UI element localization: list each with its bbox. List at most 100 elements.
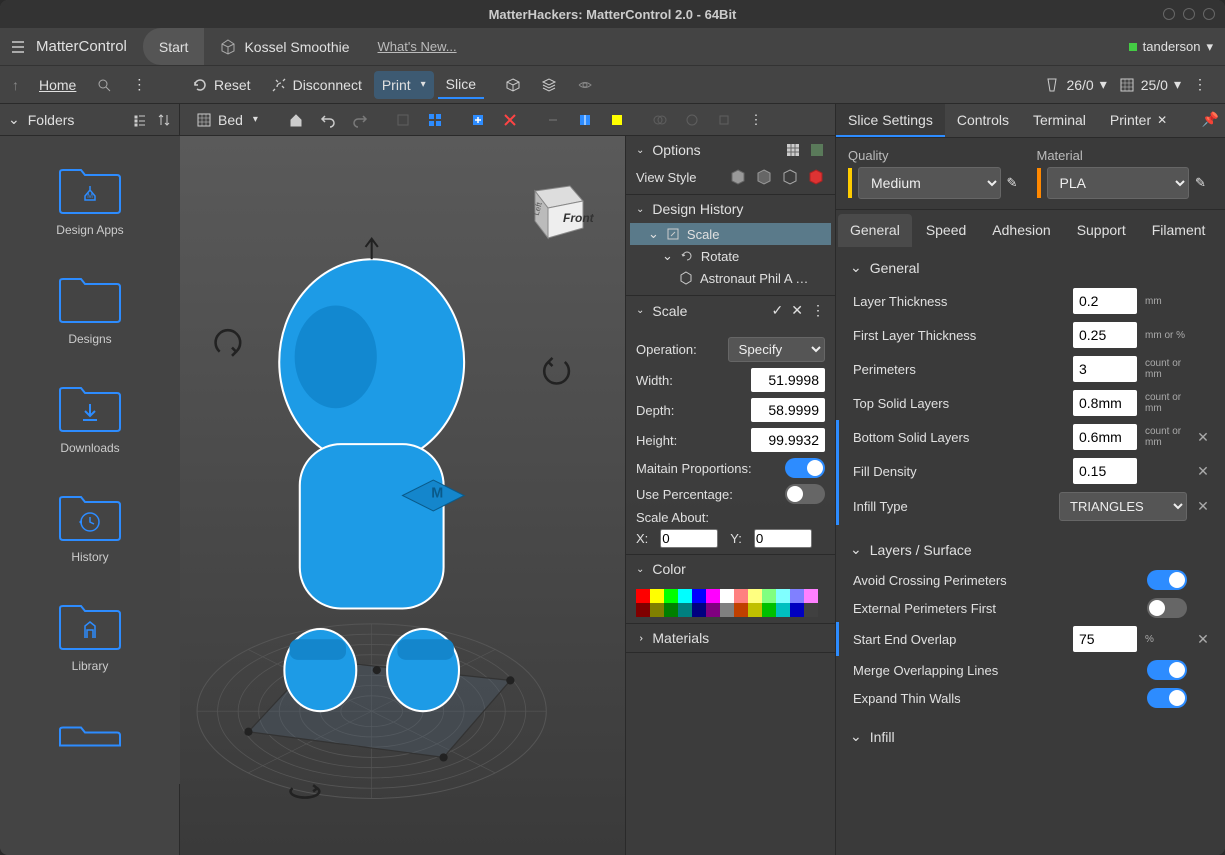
overflow-menu[interactable]: ⋮ bbox=[124, 71, 153, 99]
color-swatch[interactable] bbox=[720, 589, 734, 603]
tool5-button[interactable] bbox=[540, 107, 566, 133]
bottom-solid-input[interactable] bbox=[1073, 424, 1137, 450]
infill-type-select[interactable]: TRIANGLES bbox=[1059, 492, 1187, 521]
reset-icon[interactable]: ✕ bbox=[1195, 498, 1211, 515]
view-material-icon[interactable] bbox=[807, 168, 825, 186]
first-layer-input[interactable] bbox=[1073, 322, 1137, 348]
use-percentage-toggle[interactable] bbox=[785, 484, 825, 504]
subtab-overflow[interactable]: ⋮ bbox=[1221, 214, 1225, 247]
reset-icon[interactable]: ✕ bbox=[1195, 631, 1211, 648]
start-end-overlap-input[interactable] bbox=[1073, 626, 1137, 652]
apply-icon[interactable]: ✓ bbox=[772, 302, 784, 319]
window-min-icon[interactable] bbox=[1163, 8, 1175, 20]
up-button[interactable]: ↑ bbox=[4, 71, 27, 99]
scale-overflow[interactable]: ⋮ bbox=[811, 302, 825, 319]
color-swatch[interactable] bbox=[678, 589, 692, 603]
view-cube[interactable]: Front Left bbox=[515, 166, 595, 246]
view-cube-button[interactable] bbox=[497, 71, 529, 99]
sort-icon[interactable] bbox=[156, 112, 172, 128]
center-overflow[interactable]: ⋮ bbox=[743, 107, 769, 133]
filament-counter[interactable]: 26/0 ▾ bbox=[1044, 76, 1106, 93]
tool2-button[interactable] bbox=[422, 107, 448, 133]
solid-icon[interactable] bbox=[809, 142, 825, 158]
scale-x-input[interactable] bbox=[660, 529, 718, 548]
close-icon[interactable]: ✕ bbox=[1157, 113, 1167, 127]
edit-material-icon[interactable]: ✎ bbox=[1195, 175, 1213, 191]
group-infill-header[interactable]: ⌄Infill bbox=[836, 720, 1225, 753]
options-header[interactable]: ⌄ Options bbox=[626, 136, 835, 164]
design-history-header[interactable]: ⌄ Design History bbox=[626, 195, 835, 223]
subtab-general[interactable]: General bbox=[838, 214, 912, 247]
tool6-button[interactable] bbox=[572, 107, 598, 133]
disconnect-button[interactable]: Disconnect bbox=[263, 71, 370, 99]
bed-dropdown[interactable]: Bed▾ bbox=[188, 106, 266, 134]
maintain-prop-toggle[interactable] bbox=[785, 458, 825, 478]
undo-button[interactable] bbox=[315, 107, 341, 133]
scale-y-input[interactable] bbox=[754, 529, 812, 548]
reset-icon[interactable]: ✕ bbox=[1195, 429, 1211, 446]
list-icon[interactable] bbox=[132, 112, 148, 128]
tree-rotate[interactable]: ⌄ Rotate bbox=[630, 245, 831, 267]
home-view-button[interactable] bbox=[283, 107, 309, 133]
tool7-button[interactable] bbox=[604, 107, 630, 133]
subtab-support[interactable]: Support bbox=[1065, 214, 1138, 247]
tool9-button[interactable] bbox=[679, 107, 705, 133]
operation-select[interactable]: Specify bbox=[728, 337, 826, 362]
hamburger-menu[interactable] bbox=[0, 28, 36, 65]
color-swatch[interactable] bbox=[776, 603, 790, 617]
slice-button[interactable]: Slice bbox=[438, 71, 484, 99]
color-swatch[interactable] bbox=[650, 603, 664, 617]
color-swatch[interactable] bbox=[636, 589, 650, 603]
tab-printer[interactable]: Printer✕ bbox=[1098, 104, 1179, 137]
color-swatch[interactable] bbox=[804, 603, 818, 617]
color-swatch[interactable] bbox=[692, 589, 706, 603]
color-palette[interactable] bbox=[636, 589, 825, 617]
tree-scale[interactable]: ⌄ Scale bbox=[630, 223, 831, 245]
tab-start[interactable]: Start bbox=[143, 28, 205, 65]
depth-input[interactable] bbox=[751, 398, 825, 422]
search-button[interactable] bbox=[88, 71, 120, 99]
view-shaded-icon[interactable] bbox=[729, 168, 747, 186]
view-outline-icon[interactable] bbox=[781, 168, 799, 186]
color-swatch[interactable] bbox=[762, 603, 776, 617]
tool1-button[interactable] bbox=[390, 107, 416, 133]
fill-density-input[interactable] bbox=[1073, 458, 1137, 484]
subtab-speed[interactable]: Speed bbox=[914, 214, 978, 247]
cancel-icon[interactable]: ✕ bbox=[791, 302, 803, 319]
group-layers-header[interactable]: ⌄Layers / Surface bbox=[836, 533, 1225, 566]
view-eye-button[interactable] bbox=[569, 71, 601, 99]
tab-printer[interactable]: Kossel Smoothie bbox=[204, 28, 365, 65]
color-swatch[interactable] bbox=[692, 603, 706, 617]
color-swatch[interactable] bbox=[734, 589, 748, 603]
chevron-down-icon[interactable]: ⌄ bbox=[8, 111, 20, 128]
view-wire-icon[interactable] bbox=[755, 168, 773, 186]
tool10-button[interactable] bbox=[711, 107, 737, 133]
avoid-crossing-toggle[interactable] bbox=[1147, 570, 1187, 590]
tab-slice-settings[interactable]: Slice Settings bbox=[836, 104, 945, 137]
color-swatch[interactable] bbox=[720, 603, 734, 617]
print-button[interactable]: Print▾ bbox=[374, 71, 434, 99]
window-max-icon[interactable] bbox=[1183, 8, 1195, 20]
reset-button[interactable]: Reset bbox=[184, 71, 259, 99]
pin-icon[interactable]: 📌 bbox=[1196, 104, 1225, 137]
quality-select[interactable]: Medium bbox=[858, 167, 1001, 199]
scale-panel-header[interactable]: ⌄ Scale ✓ ✕ ⋮ bbox=[626, 296, 835, 325]
tab-controls[interactable]: Controls bbox=[945, 104, 1021, 137]
bed-counter[interactable]: 25/0 ▾ bbox=[1119, 76, 1181, 93]
whats-new-link[interactable]: What's New... bbox=[366, 28, 469, 65]
overflow-right[interactable]: ⋮ bbox=[1193, 76, 1207, 93]
sidebar-item-library[interactable]: Library bbox=[4, 580, 176, 689]
external-first-toggle[interactable] bbox=[1147, 598, 1187, 618]
3d-viewport[interactable]: M bbox=[180, 136, 625, 855]
color-swatch[interactable] bbox=[790, 603, 804, 617]
sidebar-item-design-apps[interactable]: M Design Apps bbox=[4, 144, 176, 253]
sidebar-item-downloads[interactable]: Downloads bbox=[4, 362, 176, 471]
color-panel-header[interactable]: ⌄ Color bbox=[626, 555, 835, 583]
redo-button[interactable] bbox=[347, 107, 373, 133]
grid-icon[interactable] bbox=[785, 142, 801, 158]
color-swatch[interactable] bbox=[748, 603, 762, 617]
color-swatch[interactable] bbox=[762, 589, 776, 603]
color-swatch[interactable] bbox=[664, 589, 678, 603]
color-swatch[interactable] bbox=[706, 603, 720, 617]
tool3-button[interactable] bbox=[465, 107, 491, 133]
